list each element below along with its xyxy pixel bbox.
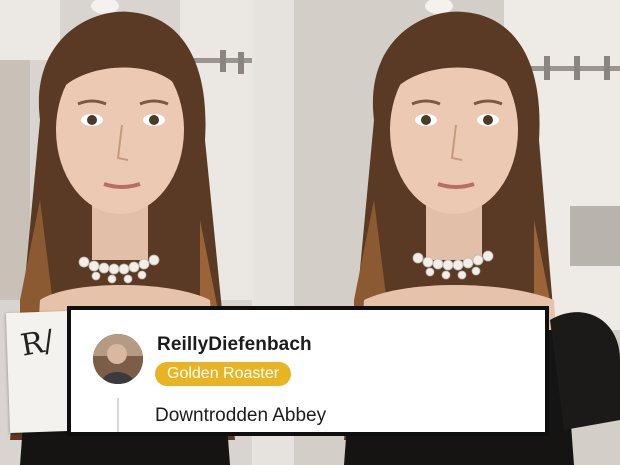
user-avatar[interactable]	[93, 334, 143, 384]
user-flair-badge: Golden Roaster	[155, 362, 292, 386]
handwritten-note: R/	[5, 310, 73, 434]
thread-line	[117, 398, 119, 432]
note-text: R/	[18, 323, 57, 364]
comment-body: Downtrodden Abbey	[155, 405, 327, 426]
comment-username[interactable]: ReillyDiefenbach	[157, 334, 312, 356]
comment-card: ReillyDiefenbach Golden Roaster Downtrod…	[67, 306, 549, 436]
